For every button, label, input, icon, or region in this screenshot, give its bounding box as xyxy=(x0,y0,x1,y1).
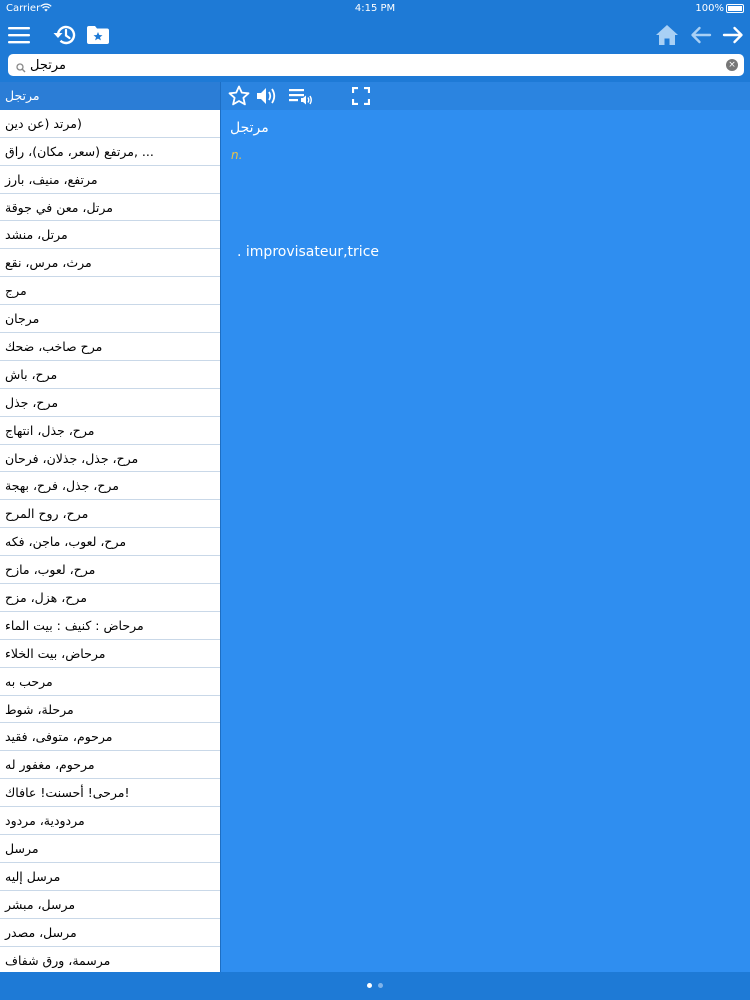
list-item[interactable]: مرسل xyxy=(0,835,220,863)
list-item[interactable]: مرحلة، شوط xyxy=(0,696,220,724)
list-item[interactable]: مرتجل xyxy=(0,82,220,110)
list-item[interactable]: مرح، جذل، فرح، بهجة xyxy=(0,472,220,501)
clock: 4:15 PM xyxy=(354,3,396,14)
detail-toolbar xyxy=(221,82,750,110)
list-item[interactable]: مرح، روح المرح xyxy=(0,500,220,529)
list-item[interactable]: مرح، جذل xyxy=(0,389,220,417)
list-item[interactable]: !مرحى! أحسنت! عافاك xyxy=(0,779,220,808)
list-item[interactable]: مرسل، مصدر xyxy=(0,919,220,947)
battery-percent: 100% xyxy=(695,3,724,14)
part-of-speech: n. xyxy=(231,148,243,162)
list-item[interactable]: مرح، جذل، جذلان، فرحان xyxy=(0,445,220,473)
speaker-icon[interactable] xyxy=(255,84,279,108)
list-item[interactable]: مرحاض، بيت الخلاء xyxy=(0,640,220,668)
list-item[interactable]: مرسل، مبشر xyxy=(0,891,220,919)
status-bar: Carrier 4:15 PM 100% xyxy=(0,0,750,18)
playlist-audio-icon[interactable] xyxy=(287,84,315,108)
arrow-right-icon[interactable] xyxy=(718,20,748,50)
list-item[interactable]: مرحوم، متوفى، فقيد xyxy=(0,723,220,752)
list-item[interactable]: مرحب به xyxy=(0,668,220,696)
translation: . improvisateur,trice xyxy=(237,244,380,260)
list-item[interactable]: مرسمة، ورق شفاف xyxy=(0,947,220,972)
list-item[interactable]: مرح، لعوب، مازح xyxy=(0,556,220,585)
list-item[interactable]: مرح صاخب، ضحك xyxy=(0,333,220,361)
arrow-left-icon[interactable] xyxy=(686,20,716,50)
list-item[interactable]: مرج xyxy=(0,277,220,306)
list-item[interactable]: ... ,مرتفع (سعر، مكان)، راق xyxy=(0,138,220,166)
hamburger-icon[interactable] xyxy=(4,20,34,50)
fullscreen-icon[interactable] xyxy=(349,84,373,108)
search-icon xyxy=(16,58,26,77)
star-folder-icon[interactable] xyxy=(83,20,113,50)
home-icon[interactable] xyxy=(652,20,682,50)
list-item[interactable]: مرتفع، منيف، بارز xyxy=(0,166,220,194)
headword: مرتجل xyxy=(230,120,269,136)
page-dot xyxy=(378,983,383,988)
word-list: مرتجل (مرتد (عن دين... ,مرتفع (سعر، مكان)… xyxy=(0,82,220,972)
list-item[interactable]: مرتل، منشد xyxy=(0,221,220,250)
star-icon[interactable] xyxy=(227,84,251,108)
clear-icon[interactable]: × xyxy=(726,59,738,71)
list-item[interactable]: مرحوم، مغفور له xyxy=(0,751,220,780)
list-item[interactable]: مردودية، مردود xyxy=(0,807,220,836)
page-indicator[interactable] xyxy=(0,983,750,988)
search-input[interactable] xyxy=(30,54,720,76)
list-item[interactable]: (مرتد (عن دين xyxy=(0,110,220,138)
page-dot xyxy=(367,983,372,988)
definition-pane: مرتجل n. . improvisateur,trice xyxy=(221,110,750,972)
list-item[interactable]: مرسل إليه xyxy=(0,863,220,891)
list-item[interactable]: مرح، جذل، انتهاج xyxy=(0,417,220,445)
battery-icon xyxy=(726,4,744,13)
history-icon[interactable] xyxy=(50,20,80,50)
list-item[interactable]: مرث، مرس، نقع xyxy=(0,249,220,278)
top-toolbar xyxy=(0,18,750,52)
list-item[interactable]: مرح، باش xyxy=(0,361,220,389)
list-item[interactable]: مرح، هزل، مزح xyxy=(0,584,220,612)
list-item[interactable]: مرتل، معن في جوقة xyxy=(0,194,220,222)
list-item[interactable]: مرحاض : كنيف : بيت الماء xyxy=(0,612,220,640)
search-bar: × xyxy=(8,54,744,76)
bottom-bar xyxy=(0,972,750,1000)
list-item[interactable]: مرجان xyxy=(0,305,220,334)
list-item[interactable]: مرح، لعوب، ماجن، فكه xyxy=(0,528,220,557)
